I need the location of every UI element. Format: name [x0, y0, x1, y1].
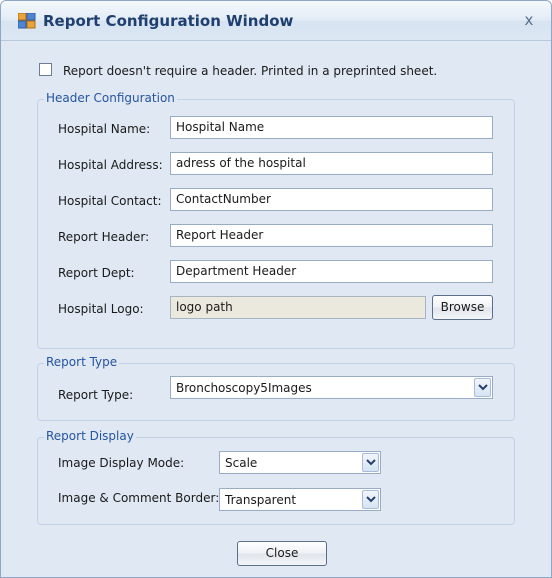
chevron-down-icon[interactable]: [362, 490, 379, 509]
chevron-down-icon[interactable]: [362, 453, 379, 472]
browse-button[interactable]: Browse: [432, 295, 493, 320]
report-type-selected-value: Bronchoscopy5Images: [176, 381, 312, 395]
app-window-icon: [17, 12, 36, 29]
report-type-select[interactable]: Bronchoscopy5Images: [170, 376, 493, 399]
window-title: Report Configuration Window: [43, 12, 294, 30]
hospital-logo-path-input: logo path: [170, 296, 426, 319]
report-header-label: Report Header:: [58, 230, 150, 244]
title-bar: Report Configuration Window x: [1, 1, 551, 41]
chevron-down-icon[interactable]: [474, 378, 491, 397]
report-type-group: Report Type Report Type: Bronchoscopy5Im…: [37, 355, 515, 421]
report-display-group: Report Display Image Display Mode: Scale…: [37, 429, 515, 525]
close-button[interactable]: Close: [237, 541, 327, 566]
report-type-legend: Report Type: [44, 355, 120, 369]
hospital-contact-input[interactable]: ContactNumber: [170, 188, 493, 211]
no-header-checkbox-label: Report doesn't require a header. Printed…: [63, 64, 438, 78]
header-configuration-legend: Header Configuration: [44, 91, 177, 105]
hospital-contact-label: Hospital Contact:: [58, 194, 162, 208]
report-display-legend: Report Display: [44, 429, 136, 443]
image-display-mode-label: Image Display Mode:: [58, 456, 185, 470]
dialog-body: Report doesn't require a header. Printed…: [18, 49, 535, 577]
image-comment-border-selected-value: Transparent: [225, 493, 297, 507]
report-dept-label: Report Dept:: [58, 266, 135, 280]
report-configuration-window: Report Configuration Window x Report doe…: [0, 0, 552, 578]
no-header-checkbox[interactable]: [39, 63, 52, 76]
hospital-logo-label: Hospital Logo:: [58, 302, 144, 316]
report-type-label: Report Type:: [58, 388, 134, 402]
image-display-mode-select[interactable]: Scale: [219, 451, 381, 474]
image-comment-border-label: Image & Comment Border:: [58, 491, 220, 505]
image-display-mode-selected-value: Scale: [225, 456, 258, 470]
image-comment-border-select[interactable]: Transparent: [219, 488, 381, 511]
hospital-name-input[interactable]: Hospital Name: [170, 116, 493, 139]
header-configuration-group: Header Configuration Hospital Name: Hosp…: [37, 91, 515, 349]
hospital-address-label: Hospital Address:: [58, 158, 163, 172]
report-dept-input[interactable]: Department Header: [170, 260, 493, 283]
close-icon[interactable]: x: [520, 11, 538, 29]
hospital-name-label: Hospital Name:: [58, 122, 151, 136]
hospital-address-input[interactable]: adress of the hospital: [170, 152, 493, 175]
report-header-input[interactable]: Report Header: [170, 224, 493, 247]
